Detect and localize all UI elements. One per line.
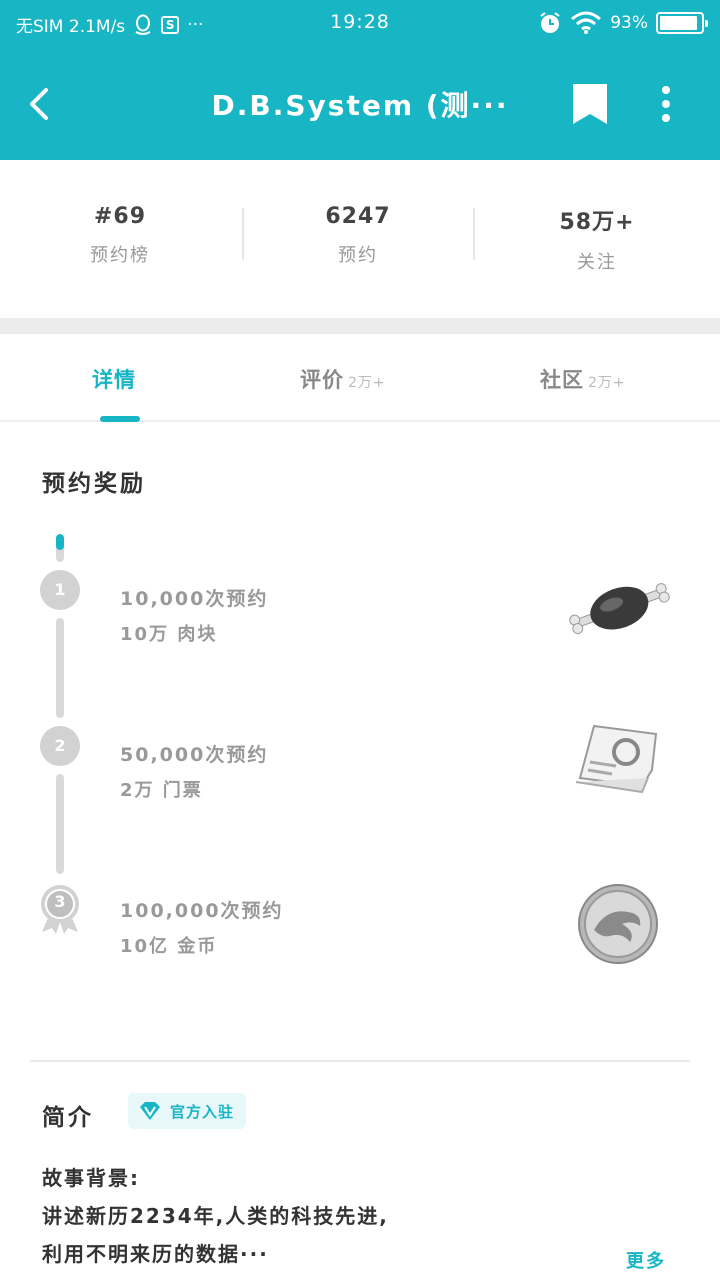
ticket-icon — [575, 724, 658, 794]
tab-count: 2万+ — [348, 375, 386, 391]
step-1-circle: 1 — [40, 570, 80, 610]
battery-percent: 93% — [610, 13, 648, 33]
stat-followers: 58万+ 关注 — [477, 204, 717, 274]
intro-title: 简介 — [42, 1105, 94, 1131]
intro-line-3: 利用不明来历的数据··· — [42, 1242, 269, 1266]
alarm-icon — [540, 12, 560, 33]
more-link[interactable]: 更多 — [626, 1247, 666, 1273]
stat-label: 预约榜 — [90, 245, 150, 266]
wifi-icon — [571, 11, 602, 34]
coin-icon — [578, 884, 658, 964]
tab-community[interactable]: 社区 2万+ — [540, 364, 626, 394]
stat-value: 58万+ — [559, 210, 635, 235]
step-2-circle: 2 — [40, 726, 80, 766]
reward-1-title: 10,000次预约 — [120, 588, 269, 610]
intro-line-2: 讲述新历2234年,人类的科技先进, — [42, 1204, 389, 1228]
more-menu-button[interactable] — [652, 84, 680, 124]
badge-label: 官方入驻 — [170, 1102, 235, 1121]
stat-label: 预约 — [338, 245, 378, 266]
meat-icon — [569, 583, 670, 635]
stat-ranking[interactable]: #69 预约榜 — [0, 204, 240, 267]
tab-label: 详情 — [92, 368, 136, 392]
stat-divider — [473, 208, 475, 260]
step-3-number: 3 — [54, 892, 66, 911]
tab-label: 社区 — [540, 368, 584, 392]
tab-count: 2万+ — [588, 375, 626, 391]
tab-label: 评价 — [300, 368, 344, 392]
status-bar: 无SIM 2.1M/s S ··· 19:28 93% — [0, 0, 720, 48]
bookmark-button[interactable] — [570, 82, 610, 126]
stat-value: 6247 — [325, 204, 391, 229]
tab-bar: 详情 评价 2万+ 社区 2万+ — [0, 334, 720, 422]
intro-line-1: 故事背景: — [42, 1166, 140, 1190]
section-separator — [0, 318, 720, 334]
timeline-progress — [56, 534, 64, 562]
reward-3-desc: 10亿 金币 — [120, 936, 218, 957]
page-title: D.B.System (测··· — [211, 89, 509, 122]
active-tab-indicator — [100, 416, 140, 422]
reward-3-title: 100,000次预约 — [120, 900, 284, 922]
divider — [30, 1060, 690, 1062]
stats-panel: #69 预约榜 6247 预约 58万+ 关注 — [0, 160, 720, 318]
timeline-line — [56, 618, 64, 718]
rewards-title: 预约奖励 — [42, 471, 146, 497]
reward-2-title: 50,000次预约 — [120, 744, 269, 766]
reward-2-desc: 2万 门票 — [120, 780, 203, 801]
back-button[interactable] — [22, 78, 66, 130]
app-header: D.B.System (测··· — [0, 48, 720, 160]
diamond-icon — [140, 1102, 160, 1120]
reward-1-desc: 10万 肉块 — [120, 624, 218, 645]
tab-reviews[interactable]: 评价 2万+ — [300, 364, 386, 394]
battery-icon — [656, 12, 708, 34]
stat-reservations: 6247 预约 — [238, 204, 478, 267]
official-badge: 官方入驻 — [128, 1093, 247, 1129]
tab-details[interactable]: 详情 — [92, 364, 136, 394]
stat-value: #69 — [93, 204, 147, 229]
stat-label: 关注 — [577, 252, 617, 273]
timeline-line — [56, 774, 64, 874]
